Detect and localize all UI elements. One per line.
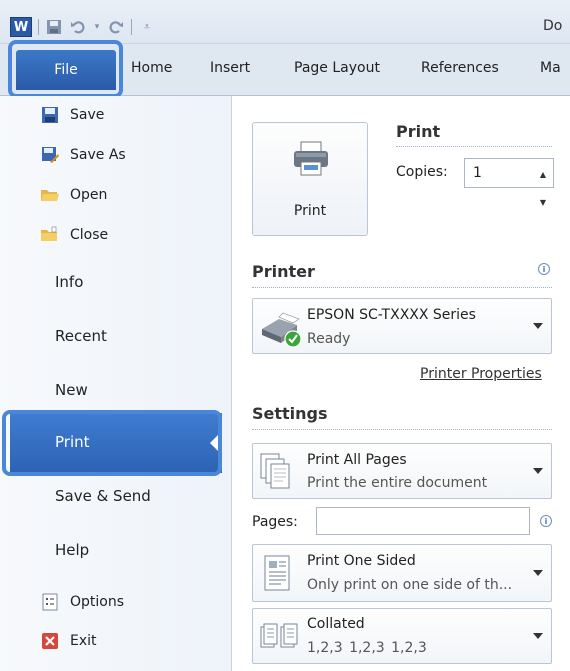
backstage-exit-label: Exit — [70, 633, 97, 649]
undo-icon[interactable] — [69, 18, 87, 36]
open-folder-icon — [40, 186, 60, 204]
backstage-open-label: Open — [70, 187, 108, 203]
chevron-down-icon — [533, 468, 543, 474]
info-icon[interactable]: i — [538, 263, 550, 275]
tab-references[interactable]: References — [421, 60, 499, 76]
printer-ready-icon — [262, 312, 302, 348]
backstage-save-as-label: Save As — [70, 147, 126, 163]
spin-up-icon[interactable]: ▲ — [540, 161, 546, 189]
close-folder-icon — [40, 226, 60, 244]
toolbar-separator — [131, 19, 132, 35]
pages-input[interactable] — [316, 507, 530, 535]
word-logo-icon[interactable]: W — [10, 17, 32, 37]
info-icon[interactable]: i — [540, 515, 552, 527]
backstage-save-send[interactable]: Save & Send — [0, 482, 232, 510]
chevron-down-icon — [533, 633, 543, 639]
collation-subtitle: 1,2,3 1,2,3 1,2,3 — [307, 640, 427, 656]
backstage-recent[interactable]: Recent — [0, 322, 232, 350]
backstage-sidebar: Save Save As Open Close Info Recent New … — [0, 96, 232, 671]
chevron-down-icon — [533, 323, 543, 329]
collation-dropdown[interactable]: Collated 1,2,3 1,2,3 1,2,3 — [252, 608, 552, 664]
backstage-new[interactable]: New — [0, 376, 232, 404]
pages-label: Pages: — [252, 514, 298, 530]
backstage-info-label: Info — [55, 273, 84, 291]
save-icon — [40, 106, 60, 124]
redo-icon[interactable] — [107, 18, 125, 36]
print-heading: Print — [396, 122, 441, 141]
printer-icon — [294, 141, 328, 176]
dropdown-small-icon[interactable]: ▾ — [93, 18, 101, 36]
backstage-exit[interactable]: Exit — [0, 630, 232, 652]
customize-icon[interactable]: ⩡ — [138, 18, 156, 36]
backstage-options-label: Options — [70, 594, 125, 610]
print-range-title: Print All Pages — [307, 452, 407, 468]
collation-title: Collated — [307, 616, 365, 632]
backstage-recent-label: Recent — [55, 327, 107, 345]
copies-label: Copies: — [396, 164, 448, 180]
copies-spin[interactable]: ▲ ▼ — [535, 161, 551, 207]
window-title: Do — [543, 18, 563, 34]
backstage-open[interactable]: Open — [0, 184, 232, 206]
printer-dropdown[interactable]: EPSON SC-TXXXX Series Ready — [252, 298, 552, 354]
printer-heading: Printer — [252, 262, 315, 281]
print-range-subtitle: Print the entire document — [307, 475, 488, 491]
save-icon[interactable] — [45, 18, 63, 36]
chevron-down-icon — [533, 570, 543, 576]
print-range-dropdown[interactable]: Print All Pages Print the entire documen… — [252, 443, 552, 499]
copies-value: 1 — [473, 165, 482, 181]
quick-access-toolbar: W ▾ ⩡ — [10, 16, 156, 38]
collated-icon — [260, 623, 298, 648]
backstage-close[interactable]: Close — [0, 224, 232, 246]
one-sided-icon — [264, 555, 290, 591]
tab-page-layout[interactable]: Page Layout — [294, 60, 380, 76]
backstage-options[interactable]: Options — [0, 591, 232, 613]
divider — [396, 146, 552, 147]
sides-subtitle: Only print on one side of th... — [307, 577, 513, 593]
backstage-help-label: Help — [55, 541, 90, 559]
toolbar-separator — [38, 19, 39, 35]
spin-down-icon[interactable]: ▼ — [540, 189, 546, 217]
print-button-label: Print — [293, 203, 327, 219]
tab-home[interactable]: Home — [131, 60, 172, 76]
backstage-info[interactable]: Info — [0, 268, 232, 296]
file-tab-highlight — [8, 40, 123, 98]
print-button[interactable]: Print — [252, 122, 368, 236]
pages-stack-icon — [260, 453, 290, 489]
print-item-highlight — [2, 410, 222, 476]
printer-properties-link[interactable]: Printer Properties — [420, 366, 542, 382]
backstage-close-label: Close — [70, 227, 109, 243]
printer-name: EPSON SC-TXXXX Series — [307, 307, 476, 323]
settings-heading: Settings — [252, 404, 328, 423]
backstage-save-label: Save — [70, 107, 105, 123]
divider — [252, 287, 552, 288]
backstage-new-label: New — [55, 381, 88, 399]
sides-title: Print One Sided — [307, 553, 416, 569]
title-bar: W ▾ ⩡ Do — [0, 0, 570, 44]
backstage-save-send-label: Save & Send — [55, 487, 151, 505]
backstage-save-as[interactable]: Save As — [0, 144, 232, 166]
tab-mailings[interactable]: Ma — [540, 60, 561, 76]
options-icon — [40, 593, 60, 611]
save-as-icon — [40, 146, 60, 164]
sides-dropdown[interactable]: Print One Sided Only print on one side o… — [252, 544, 552, 602]
printer-status: Ready — [307, 331, 351, 347]
backstage-save[interactable]: Save — [0, 104, 232, 126]
divider — [252, 429, 552, 430]
backstage-help[interactable]: Help — [0, 536, 232, 564]
copies-stepper[interactable]: 1 ▲ ▼ — [464, 158, 554, 207]
tab-insert[interactable]: Insert — [210, 60, 250, 76]
exit-icon — [40, 632, 60, 650]
